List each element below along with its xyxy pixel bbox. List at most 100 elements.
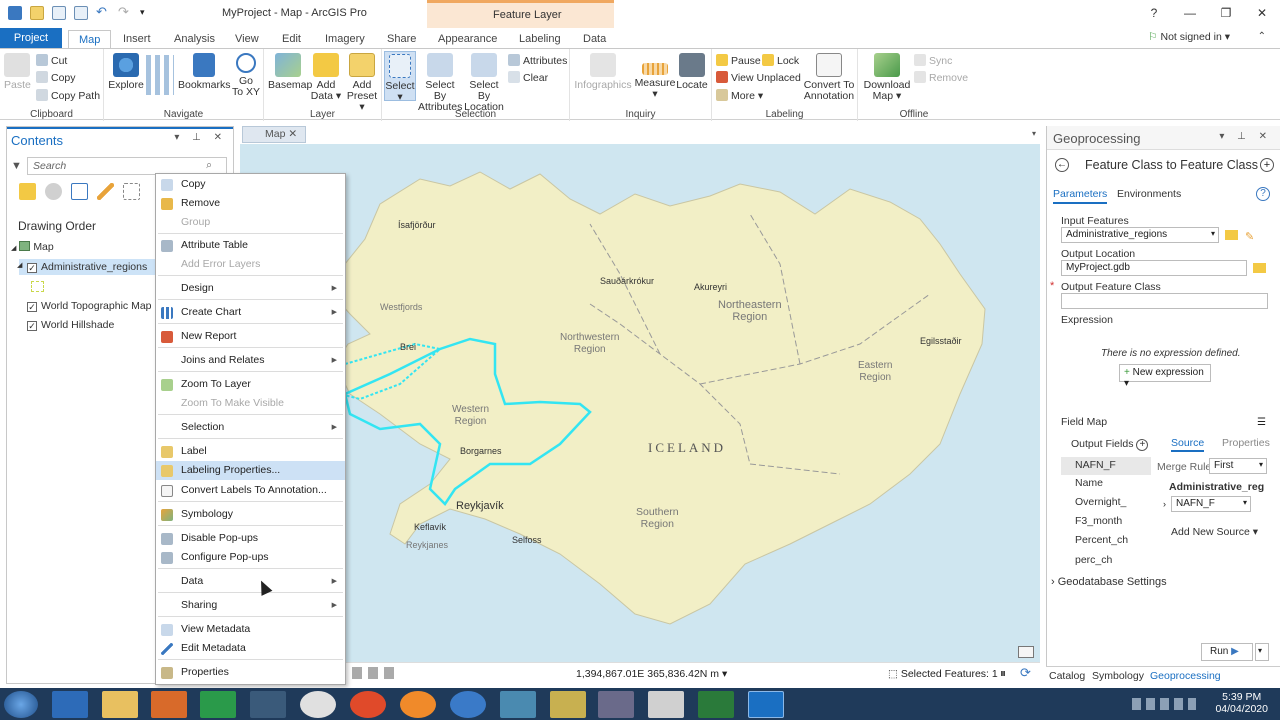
tab-share[interactable]: Share bbox=[377, 30, 426, 48]
field-row-name[interactable]: Name bbox=[1075, 477, 1103, 489]
go-to-xy-button[interactable]: Go To XY bbox=[232, 53, 260, 98]
menu-item-copy[interactable]: Copy bbox=[156, 175, 345, 194]
chevron-right-icon[interactable]: › bbox=[1163, 499, 1166, 509]
tab-project[interactable]: Project bbox=[0, 28, 62, 48]
tree-map-node[interactable]: ◢ Map bbox=[11, 241, 54, 253]
tab-geoprocessing[interactable]: Geoprocessing bbox=[1150, 670, 1221, 682]
attributes-button[interactable]: Attributes bbox=[508, 53, 567, 69]
tab-appearance[interactable]: Appearance bbox=[428, 30, 507, 48]
select-by-attributes-button[interactable]: Select By Attributes bbox=[418, 53, 462, 113]
signin-status[interactable]: ⚐ Not signed in ▾ bbox=[1148, 31, 1230, 43]
infographics-button[interactable]: Infographics bbox=[574, 53, 632, 91]
menu-item-data[interactable]: Data ▶ bbox=[156, 572, 345, 591]
menu-item-label[interactable]: Label bbox=[156, 442, 345, 461]
add-field-icon[interactable]: + bbox=[1136, 439, 1149, 451]
menu-item-attribute-table[interactable]: Attribute Table bbox=[156, 236, 345, 255]
pane-controls[interactable]: ▾ ⊥ ✕ bbox=[174, 132, 227, 143]
back-icon[interactable]: ← bbox=[1055, 158, 1069, 172]
pause-drawing-icon[interactable]: ⏸ bbox=[1000, 666, 1006, 681]
tab-view[interactable]: View bbox=[225, 30, 269, 48]
map-options-icon[interactable]: ▾ bbox=[1032, 129, 1036, 138]
menu-item-disable-popups[interactable]: Disable Pop-ups bbox=[156, 529, 345, 548]
layer-visibility-checkbox[interactable]: ✓ bbox=[27, 321, 37, 331]
field-row-percent-ch[interactable]: Percent_ch bbox=[1075, 534, 1128, 546]
map-view-tab[interactable]: Map ✕ bbox=[242, 126, 306, 143]
menu-item-symbology[interactable]: Symbology bbox=[156, 505, 345, 524]
redo-icon[interactable]: ↷ bbox=[118, 5, 132, 20]
bookmarks-button[interactable]: Bookmarks bbox=[178, 53, 231, 91]
copy-button[interactable]: Copy bbox=[36, 70, 76, 86]
collapse-ribbon-icon[interactable]: ⌃ bbox=[1258, 31, 1266, 42]
chart-app-icon[interactable] bbox=[200, 691, 236, 718]
menu-item-labeling-properties[interactable]: Labeling Properties... bbox=[156, 461, 345, 480]
tab-map[interactable]: Map bbox=[68, 30, 112, 48]
arcgis-pro-taskbar-icon[interactable] bbox=[748, 691, 784, 718]
copy-path-button[interactable]: Copy Path bbox=[36, 88, 100, 104]
layer-world-topographic-map[interactable]: ✓ World Topographic Map bbox=[27, 300, 152, 312]
start-button[interactable] bbox=[4, 691, 38, 718]
field-row-perc-ch[interactable]: perc_ch bbox=[1075, 554, 1112, 566]
excel-icon[interactable] bbox=[698, 691, 734, 718]
expand-icon[interactable]: ◢ bbox=[11, 245, 16, 252]
pause-labels-button[interactable]: Pause bbox=[716, 53, 761, 69]
menu-item-new-report[interactable]: New Report bbox=[156, 327, 345, 346]
tab-parameters[interactable]: Parameters bbox=[1053, 188, 1108, 204]
remove-offline-button[interactable]: Remove bbox=[914, 70, 968, 86]
refresh-icon[interactable]: ⟳ bbox=[1020, 665, 1031, 681]
arccatalog-icon[interactable] bbox=[550, 691, 586, 718]
menu-item-configure-popups[interactable]: Configure Pop-ups bbox=[156, 548, 345, 567]
tab-source[interactable]: Source bbox=[1171, 437, 1205, 452]
select-by-location-button[interactable]: Select By Location bbox=[462, 53, 506, 113]
help-icon[interactable]: ? bbox=[1256, 187, 1270, 201]
filter-icon[interactable]: ▼ bbox=[11, 160, 22, 172]
lock-labels-button[interactable]: Lock bbox=[762, 53, 799, 69]
pane-controls[interactable]: ▾ ⊥ ✕ bbox=[1219, 131, 1272, 142]
notepad-icon[interactable] bbox=[648, 691, 684, 718]
menu-item-properties[interactable]: Properties bbox=[156, 663, 345, 682]
undo-icon[interactable]: ↶ bbox=[96, 5, 110, 20]
close-button[interactable]: ✕ bbox=[1244, 0, 1280, 28]
wifi-app-icon[interactable] bbox=[250, 691, 286, 718]
edit-pencil-icon[interactable]: ✎ bbox=[1245, 230, 1254, 243]
layer-world-hillshade[interactable]: ✓ World Hillshade bbox=[27, 319, 114, 331]
tab-symbology[interactable]: Symbology bbox=[1092, 670, 1144, 682]
view-unplaced-button[interactable]: View Unplaced bbox=[716, 70, 801, 86]
menu-item-edit-metadata[interactable]: Edit Metadata bbox=[156, 639, 345, 658]
chrome-icon[interactable] bbox=[300, 691, 336, 718]
paste-button[interactable]: Paste bbox=[4, 53, 31, 91]
coordinates-dropdown[interactable]: ▾ bbox=[722, 668, 727, 680]
convert-to-annotation-button[interactable]: Convert To Annotation bbox=[802, 53, 856, 102]
menu-item-sharing[interactable]: Sharing ▶ bbox=[156, 596, 345, 615]
tab-environments[interactable]: Environments bbox=[1117, 188, 1181, 200]
browser-icon[interactable] bbox=[350, 691, 386, 718]
explore-button[interactable]: Explore bbox=[108, 53, 144, 91]
restore-button[interactable]: ❐ bbox=[1208, 0, 1244, 28]
tab-imagery[interactable]: Imagery bbox=[315, 30, 375, 48]
save-as-icon[interactable] bbox=[74, 6, 88, 20]
menu-item-convert-labels-to-annotation[interactable]: Convert Labels To Annotation... bbox=[156, 481, 345, 500]
select-button[interactable]: Select ▾ bbox=[384, 51, 416, 103]
field-row-overnight[interactable]: Overnight_ bbox=[1075, 496, 1126, 508]
customize-qat-icon[interactable]: ▾ bbox=[140, 6, 154, 20]
sync-button[interactable]: Sync bbox=[914, 53, 952, 69]
output-feature-class-input[interactable] bbox=[1061, 293, 1268, 309]
tab-labeling[interactable]: Labeling bbox=[509, 30, 571, 48]
tab-properties[interactable]: Properties bbox=[1222, 437, 1270, 449]
measure-button[interactable]: Measure ▾ bbox=[634, 53, 676, 100]
tab-catalog[interactable]: Catalog bbox=[1049, 670, 1085, 682]
add-new-source-button[interactable]: Add New Source ▾ bbox=[1171, 526, 1258, 538]
download-map-button[interactable]: Download Map ▾ bbox=[862, 53, 912, 102]
add-data-button[interactable]: Add Data ▾ bbox=[310, 53, 342, 102]
fixed-zoom-icons[interactable] bbox=[146, 55, 174, 95]
system-clock[interactable]: 5:39 PM 04/04/2020 bbox=[1215, 691, 1268, 715]
list-by-data-source-icon[interactable] bbox=[45, 183, 62, 200]
input-features-select[interactable]: Administrative_regions ▾ bbox=[1061, 227, 1219, 243]
menu-item-zoom-to-layer[interactable]: Zoom To Layer bbox=[156, 375, 345, 394]
cut-button[interactable]: Cut bbox=[36, 53, 67, 69]
status-tool-icons[interactable] bbox=[352, 667, 400, 679]
field-row-f3-month[interactable]: F3_month bbox=[1075, 515, 1122, 527]
layer-visibility-checkbox[interactable]: ✓ bbox=[27, 302, 37, 312]
map-canvas[interactable]: ICELAND Northeastern Region Northwestern R… bbox=[240, 144, 1040, 662]
menu-item-view-metadata[interactable]: View Metadata bbox=[156, 620, 345, 639]
list-by-snapping-icon[interactable] bbox=[123, 183, 140, 200]
